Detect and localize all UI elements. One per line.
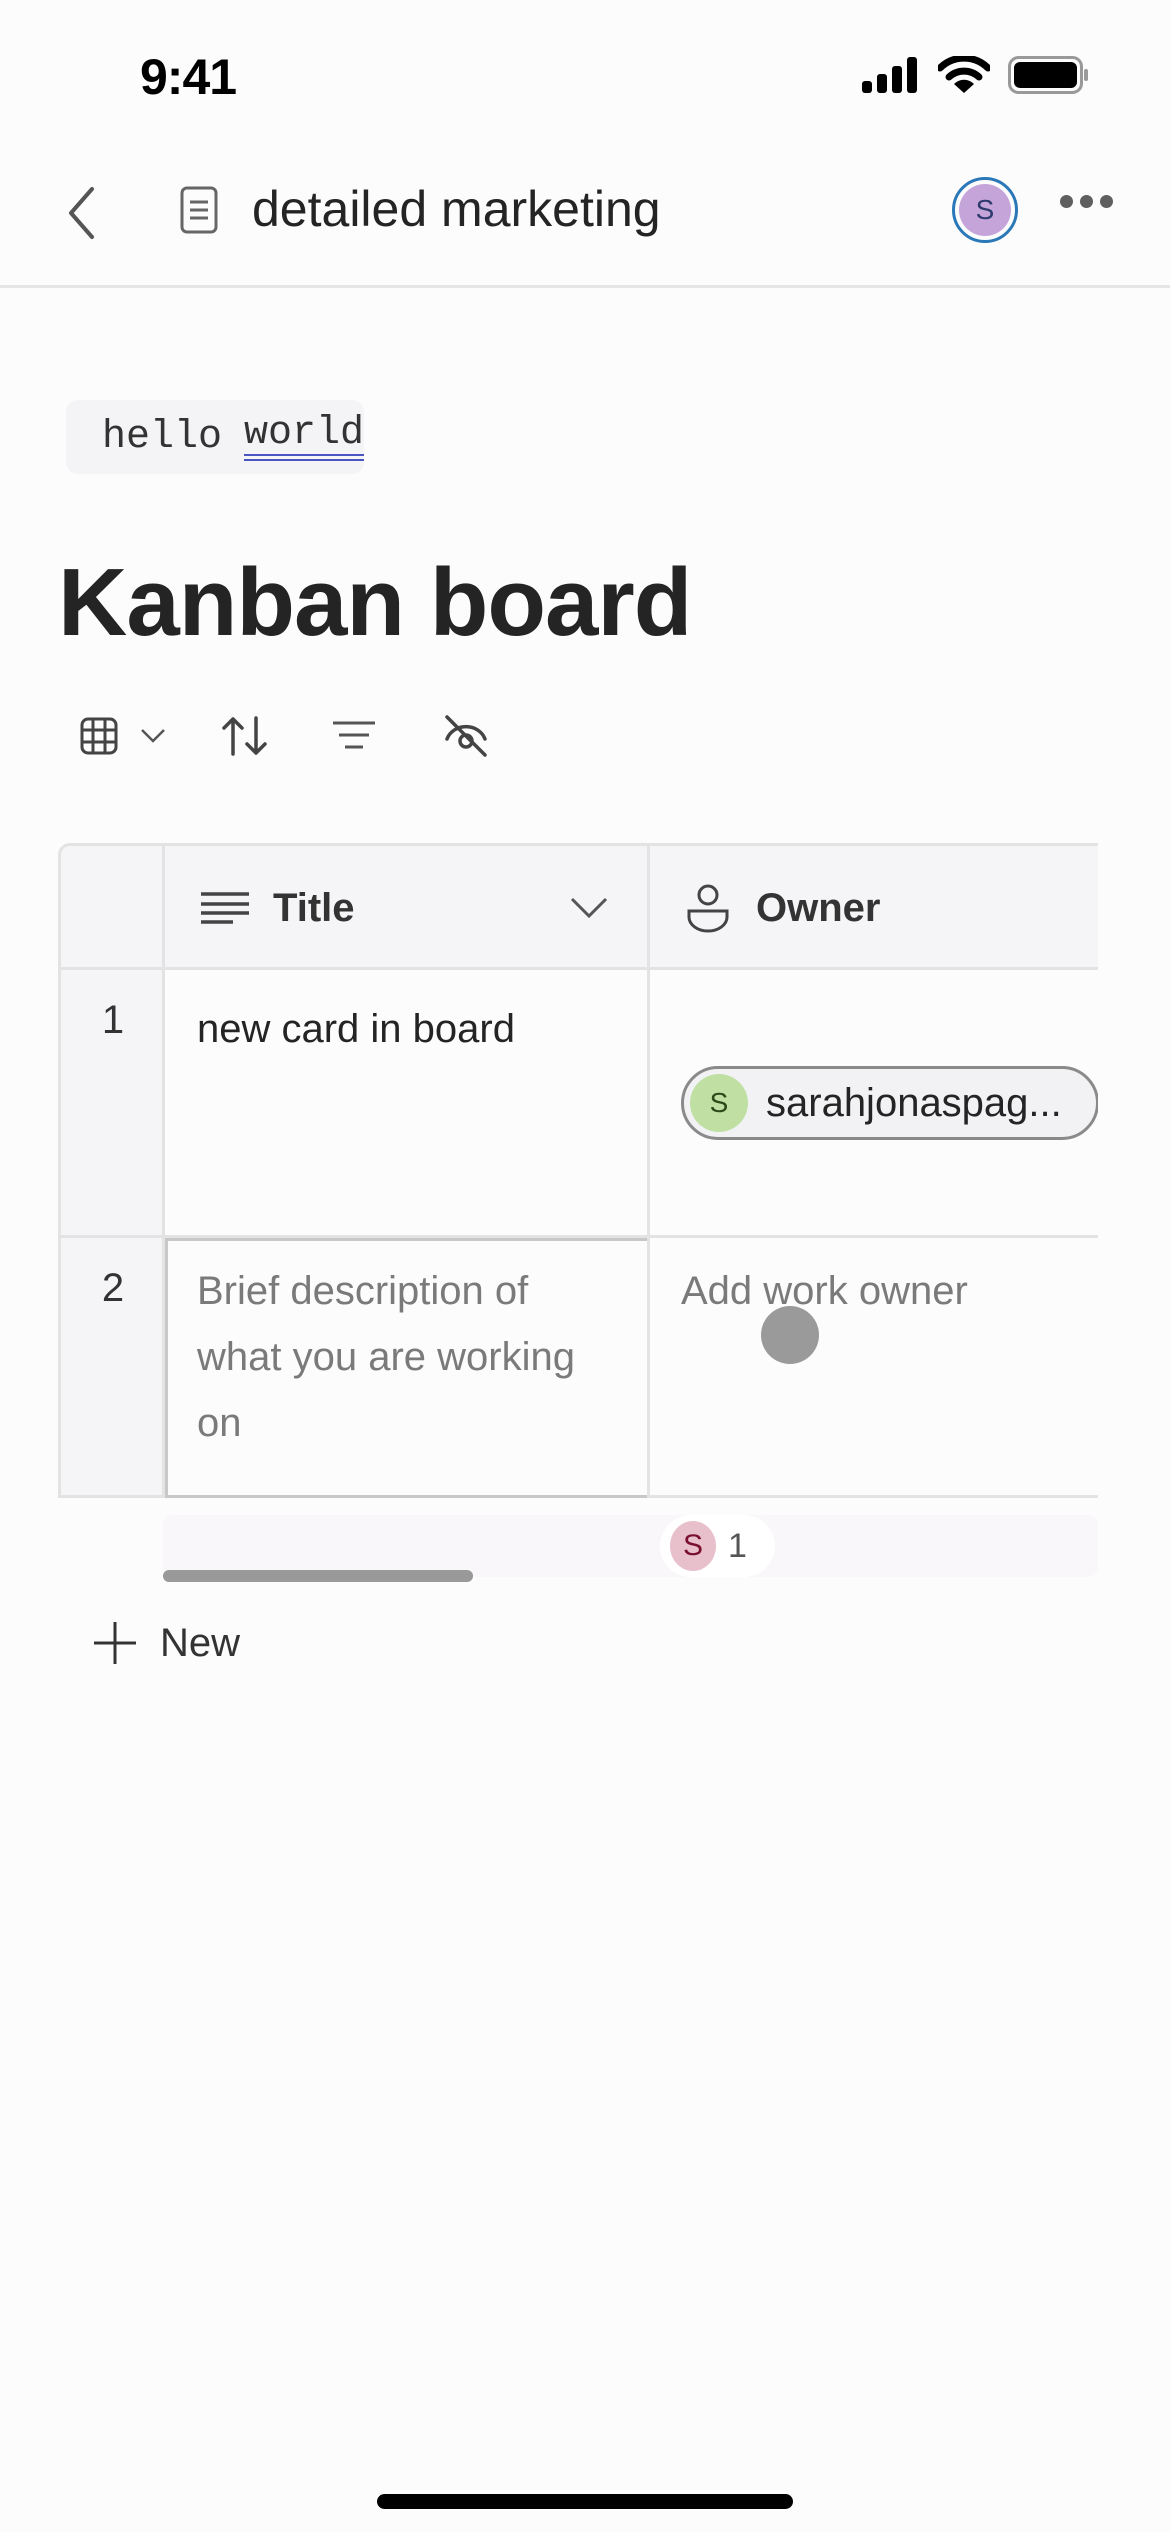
sort-button[interactable] <box>222 716 268 756</box>
code-word: hello <box>102 414 223 460</box>
owner-chip[interactable]: S sarahjonaspag... <box>681 1066 1098 1140</box>
battery-icon <box>1008 56 1088 94</box>
title-placeholder[interactable]: Brief description of what you are workin… <box>197 1258 617 1456</box>
view-switcher-button[interactable] <box>80 717 166 755</box>
sort-icon <box>222 716 267 756</box>
document-icon <box>180 186 218 239</box>
owner-placeholder[interactable]: Add work owner <box>681 1258 968 1324</box>
hide-fields-icon <box>445 715 487 757</box>
more-dot-icon <box>1060 195 1073 208</box>
status-icons <box>862 56 1090 94</box>
avatar-initial: S <box>959 184 1011 236</box>
data-table: Title Owner 1 new card in board S sarahj… <box>58 843 1098 1498</box>
table-row[interactable]: 2 Brief description of what you are work… <box>61 1238 1098 1498</box>
home-indicator[interactable] <box>377 2494 793 2509</box>
user-avatar[interactable]: S <box>952 177 1018 243</box>
page-title: Kanban board <box>58 549 692 656</box>
column-header-title[interactable]: Title <box>165 846 650 970</box>
table-header-row: Title Owner <box>61 846 1098 970</box>
column-header-owner[interactable]: Owner <box>650 846 1098 970</box>
new-row-label: New <box>160 1620 241 1665</box>
row-number: 1 <box>101 998 125 1042</box>
table-row[interactable]: 1 new card in board S sarahjonaspag... <box>61 970 1098 1238</box>
hide-fields-button[interactable] <box>444 715 488 757</box>
presence-strip <box>163 1515 1098 1577</box>
grid-view-icon <box>80 717 118 755</box>
filter-button[interactable] <box>332 720 376 752</box>
column-header-label: Title <box>273 885 355 930</box>
document-title[interactable]: detailed marketing <box>252 180 661 238</box>
wifi-icon <box>938 56 990 93</box>
touch-indicator <box>761 1306 819 1364</box>
new-row-button[interactable]: New <box>92 1620 240 1666</box>
table-toolbar <box>80 706 488 766</box>
horizontal-scrollbar[interactable] <box>163 1570 473 1582</box>
plus-icon <box>94 1622 136 1664</box>
column-header-label: Owner <box>756 885 881 930</box>
more-options-button[interactable] <box>1060 195 1113 208</box>
text-lines-icon <box>201 892 249 924</box>
chevron-down-icon[interactable] <box>570 897 608 919</box>
row-number: 2 <box>101 1266 125 1310</box>
column-divider <box>647 846 650 1498</box>
presence-indicator[interactable]: S 1 <box>660 1515 775 1577</box>
status-time: 9:41 <box>140 49 237 105</box>
more-dot-icon <box>1080 195 1093 208</box>
cellular-signal-icon <box>862 57 917 93</box>
inline-code-block[interactable]: hello world <box>66 400 365 474</box>
presence-count: 1 <box>728 1526 747 1565</box>
chevron-left-icon <box>69 187 94 239</box>
status-bar: 9:41 <box>0 0 1170 150</box>
filter-icon <box>333 721 375 749</box>
owner-avatar: S <box>690 1074 748 1132</box>
presence-avatar: S <box>670 1521 716 1571</box>
code-word-underlined: world <box>244 413 365 461</box>
column-divider <box>162 846 165 1498</box>
title-cell[interactable]: new card in board <box>197 996 515 1062</box>
person-icon <box>687 884 729 933</box>
owner-name: sarahjonaspag... <box>766 1080 1062 1125</box>
back-button[interactable] <box>56 178 106 248</box>
more-dot-icon <box>1100 195 1113 208</box>
nav-bar: detailed marketing S <box>0 150 1170 288</box>
chevron-down-icon <box>141 729 165 743</box>
